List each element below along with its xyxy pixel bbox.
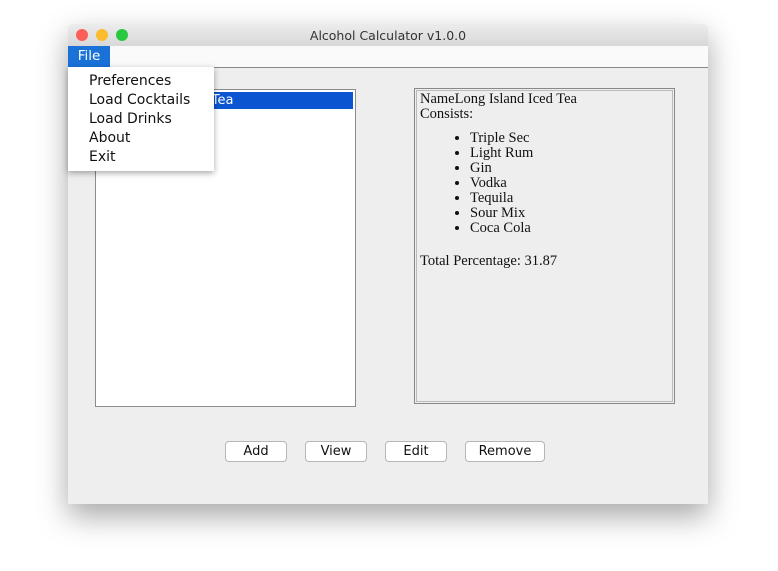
ingredient: Triple Sec — [470, 131, 669, 146]
ingredient: Sour Mix — [470, 206, 669, 221]
menu-item-exit[interactable]: Exit — [89, 148, 116, 167]
menu-item-load-drinks[interactable]: Load Drinks — [89, 110, 172, 129]
ingredient-list: Triple Sec Light Rum Gin Vodka Tequila S… — [420, 131, 669, 236]
window-title: Alcohol Calculator v1.0.0 — [309, 28, 467, 43]
menu-item-about[interactable]: About — [89, 129, 130, 148]
remove-button[interactable]: Remove — [465, 441, 545, 462]
ingredient: Tequila — [470, 191, 669, 206]
ingredient: Light Rum — [470, 146, 669, 161]
menu-bar: File — [68, 46, 708, 68]
view-button[interactable]: View — [305, 441, 367, 462]
file-menu[interactable]: File — [68, 46, 110, 67]
total-percentage: Total Percentage: 31.87 — [420, 253, 558, 269]
ingredient: Gin — [470, 161, 669, 176]
cocktail-name: NameLong Island Iced Tea — [420, 91, 577, 107]
file-dropdown-menu: Preferences Load Cocktails Load Drinks A… — [68, 67, 214, 171]
consists-label: Consists: — [420, 106, 474, 122]
cocktail-detail: NameLong Island Iced Tea Consists: Tripl… — [414, 88, 675, 404]
ingredient: Coca Cola — [470, 221, 669, 236]
menu-item-preferences[interactable]: Preferences — [89, 72, 171, 91]
ingredient: Vodka — [470, 176, 669, 191]
add-button[interactable]: Add — [225, 441, 287, 462]
title-bar: Alcohol Calculator v1.0.0 — [68, 24, 708, 47]
menu-item-load-cocktails[interactable]: Load Cocktails — [89, 91, 190, 110]
edit-button[interactable]: Edit — [385, 441, 447, 462]
